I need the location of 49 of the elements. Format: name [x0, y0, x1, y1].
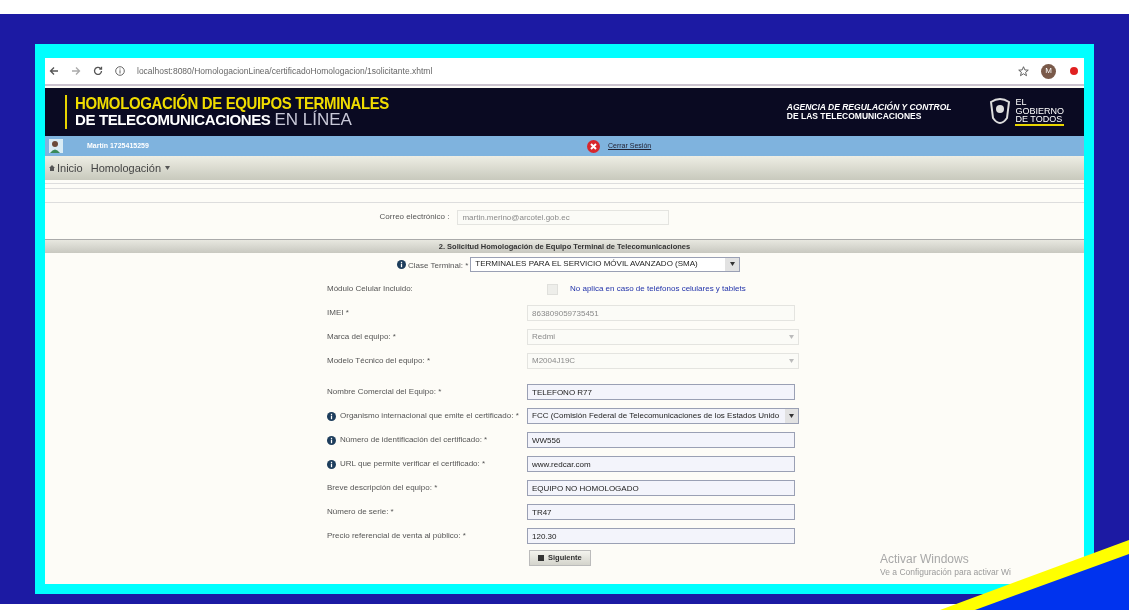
caret-icon [165, 166, 170, 170]
extension-icon[interactable] [1068, 65, 1080, 77]
address-bar[interactable]: localhost:8080/HomologacionLinea/certificadoHomologacion/1solicitante.xhtml [137, 64, 1006, 78]
reload-icon[interactable] [93, 66, 103, 76]
caret-icon [789, 359, 794, 363]
field-label: Breve descripción del equipo: * [327, 482, 438, 494]
field-label: Modelo Técnico del equipo: * [327, 355, 431, 367]
info-icon[interactable] [115, 66, 125, 76]
email-field[interactable]: martin.merino@arcotel.gob.ec [457, 209, 670, 225]
field-label: URL que permite verificar el certificado: * [340, 458, 486, 470]
caret-icon [789, 414, 794, 418]
text-field[interactable]: TR47 [527, 504, 795, 520]
government-logo-text: DE TODOS [1015, 115, 1064, 124]
agency-name: AGENCIA DE REGULACIÓN Y CONTROL [786, 102, 952, 112]
activation-notice-text: Ve a Configuración para activar Wi [880, 567, 1011, 578]
text-field[interactable]: WW556 [527, 432, 795, 448]
dropdown-field[interactable]: TERMINALES PARA EL SERVICIO MÓVIL AVANZADO (SMA) [470, 256, 741, 272]
field-label: Número de serie: * [327, 506, 394, 518]
field-label: Clase Terminal: * [408, 260, 469, 272]
nav-link[interactable]: Inicio [49, 159, 83, 177]
profile-avatar[interactable]: M [1041, 63, 1056, 79]
dropdown-field[interactable]: FCC (Comisión Federal de Telecomunicaciones de los Estados Unido [527, 408, 799, 424]
banner-title: EN LÍNEA [274, 110, 352, 129]
field-label: Marca del equipo: * [327, 331, 396, 343]
banner-title: DE TELECOMUNICACIONES [75, 111, 271, 128]
star-icon[interactable] [1018, 65, 1029, 77]
text-field[interactable]: www.redcar.com [527, 456, 795, 472]
caret-icon [789, 335, 794, 339]
caret-icon [729, 262, 735, 266]
field-label: Precio referencial de venta al público: * [327, 530, 466, 542]
user-icon [49, 139, 63, 153]
government-logo-text: EL [1015, 98, 1028, 107]
field-label: Módulo Celular Incluido: [327, 283, 413, 295]
field-note: No aplica en caso de teléfonos celulares y tablets [570, 283, 746, 295]
back-icon[interactable] [49, 66, 59, 76]
text-field[interactable]: 120.30 [527, 528, 795, 544]
field-label: Número de identificación del certificado: * [340, 434, 488, 446]
field-label: Correo electrónico : [379, 211, 450, 223]
field-label: IMEI * [327, 307, 349, 319]
government-logo-text: GOBIERNO [1015, 106, 1064, 116]
text-field[interactable]: EQUIPO NO HOMOLOGADO [527, 480, 795, 496]
text-field[interactable]: TELEFONO R77 [527, 384, 795, 400]
nav-menu[interactable]: Homologación [90, 159, 170, 177]
agency-name: DE LAS TELECOMUNICACIONES [786, 112, 923, 122]
home-icon [49, 165, 55, 171]
activation-notice-title: Activar Windows [880, 552, 970, 567]
field-label: Nombre Comercial del Equipo: * [327, 386, 442, 398]
field-label: Organismo internacional que emite el certificado: * [340, 410, 519, 422]
close-icon[interactable] [587, 139, 600, 153]
